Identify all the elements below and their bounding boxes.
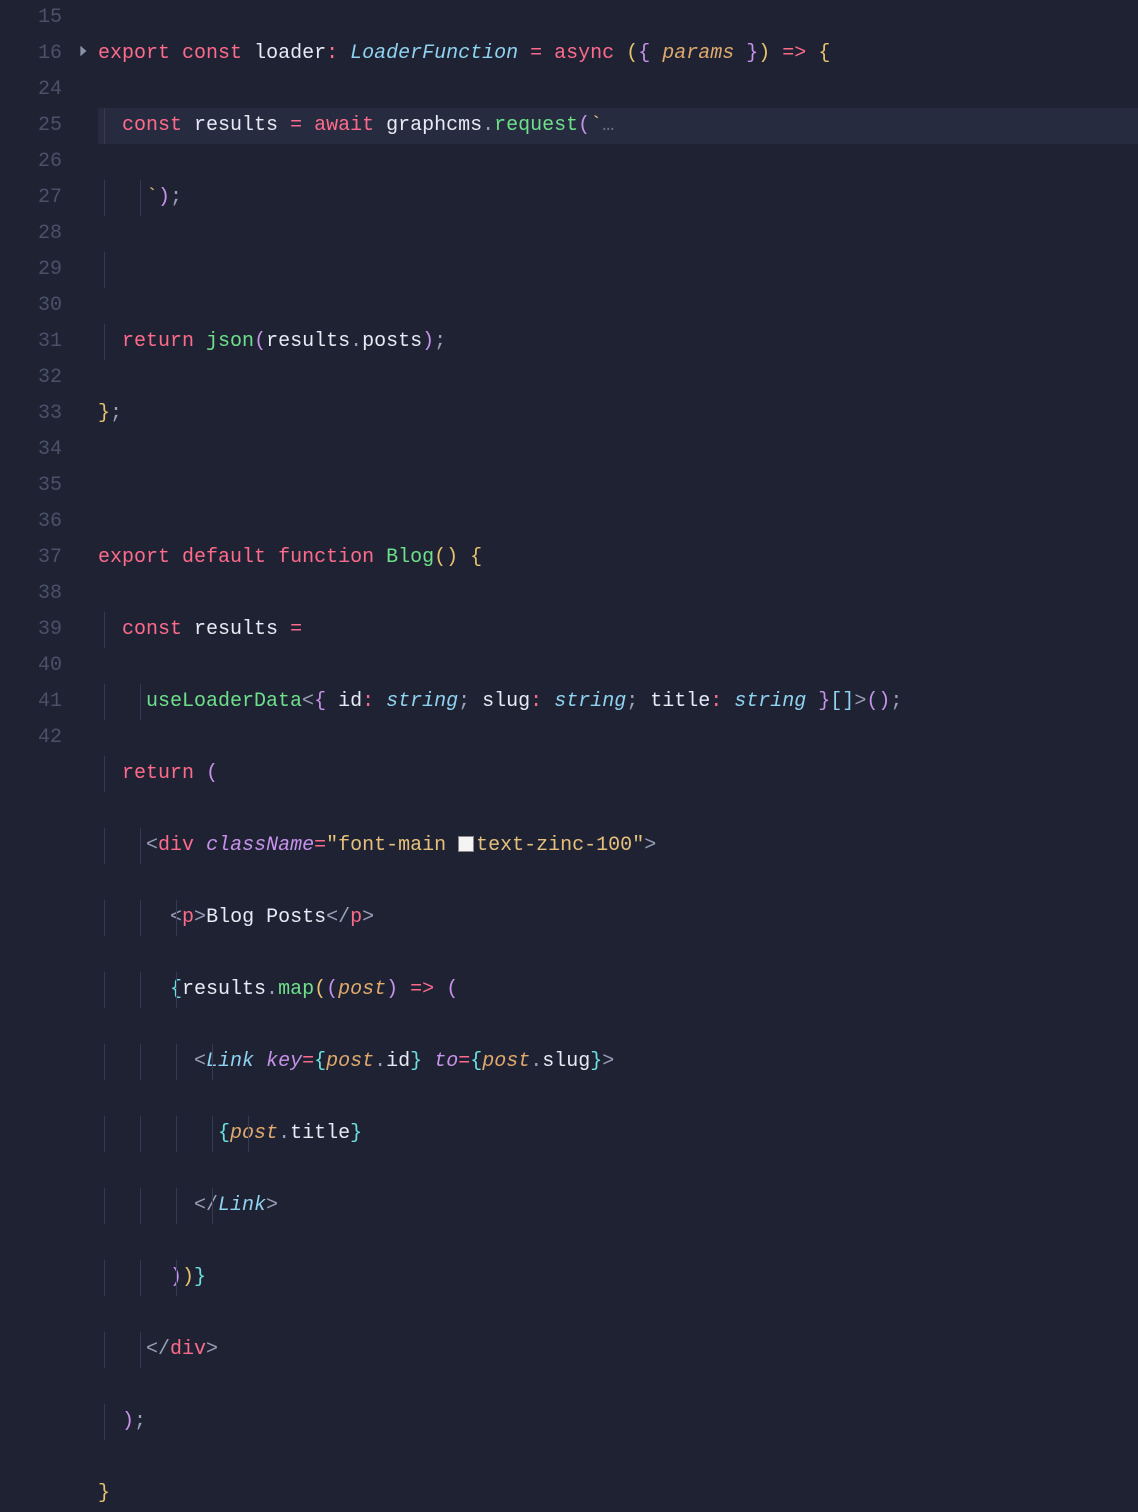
code-line[interactable]: </Link> bbox=[98, 1188, 1138, 1224]
line-number-gutter: 15 16 24 25 26 27 28 29 30 31 32 33 34 3… bbox=[0, 0, 68, 756]
kw-return: return bbox=[122, 762, 194, 785]
line-number: 40 bbox=[0, 648, 62, 684]
code-line[interactable]: <p>Blog Posts</p> bbox=[98, 900, 1138, 936]
jsx-tag: div bbox=[158, 834, 194, 857]
code-line[interactable]: const results = await graphcms.request(`… bbox=[98, 108, 1138, 144]
code-line[interactable]: return ( bbox=[98, 756, 1138, 792]
code-line[interactable]: }; bbox=[98, 396, 1138, 432]
jsx-tag: div bbox=[170, 1338, 206, 1361]
code-line[interactable] bbox=[98, 252, 1138, 288]
jsx-text: Blog Posts bbox=[206, 906, 326, 929]
type-annotation: LoaderFunction bbox=[350, 42, 518, 65]
line-number: 27 bbox=[0, 180, 62, 216]
code-editor[interactable]: 15 16 24 25 26 27 28 29 30 31 32 33 34 3… bbox=[0, 0, 1138, 756]
line-number: 33 bbox=[0, 396, 62, 432]
fn-call: useLoaderData bbox=[146, 690, 302, 713]
kw-export: export bbox=[98, 42, 170, 65]
jsx-tag: p bbox=[182, 906, 194, 929]
code-line[interactable]: } bbox=[98, 1476, 1138, 1512]
kw-await: await bbox=[314, 114, 374, 137]
color-swatch-icon bbox=[458, 836, 474, 852]
line-number: 35 bbox=[0, 468, 62, 504]
line-number: 24 bbox=[0, 72, 62, 108]
identifier: graphcms bbox=[386, 114, 482, 137]
jsx-attr: to bbox=[434, 1050, 458, 1073]
kw-default: default bbox=[182, 546, 266, 569]
code-line[interactable]: {post.title} bbox=[98, 1116, 1138, 1152]
chevron-right-icon[interactable] bbox=[76, 36, 90, 72]
code-line[interactable]: <Link key={post.id} to={post.slug}> bbox=[98, 1044, 1138, 1080]
line-number: 37 bbox=[0, 540, 62, 576]
code-line[interactable]: ))} bbox=[98, 1260, 1138, 1296]
identifier: loader bbox=[254, 42, 326, 65]
code-line[interactable]: ); bbox=[98, 1404, 1138, 1440]
jsx-attr: className bbox=[206, 834, 314, 857]
code-line[interactable]: `); bbox=[98, 180, 1138, 216]
identifier: results bbox=[182, 978, 266, 1001]
line-number: 16 bbox=[0, 36, 62, 72]
jsx-component: Link bbox=[206, 1050, 254, 1073]
line-number: 15 bbox=[0, 0, 62, 36]
line-number: 28 bbox=[0, 216, 62, 252]
code-area[interactable]: export const loader: LoaderFunction = as… bbox=[98, 0, 1138, 756]
line-number: 38 bbox=[0, 576, 62, 612]
property: posts bbox=[362, 330, 422, 353]
param: params bbox=[662, 42, 734, 65]
code-line[interactable]: <div className="font-main text-zinc-100"… bbox=[98, 828, 1138, 864]
code-line[interactable]: export default function Blog() { bbox=[98, 540, 1138, 576]
kw-export: export bbox=[98, 546, 170, 569]
line-number: 29 bbox=[0, 252, 62, 288]
function-name: Blog bbox=[386, 546, 434, 569]
identifier: results bbox=[194, 114, 278, 137]
kw-const: const bbox=[122, 114, 182, 137]
kw-return: return bbox=[122, 330, 194, 353]
line-number: 42 bbox=[0, 720, 62, 756]
identifier: results bbox=[266, 330, 350, 353]
fold-placeholder-icon[interactable]: … bbox=[602, 114, 614, 137]
kw-const: const bbox=[122, 618, 182, 641]
jsx-attr: key bbox=[266, 1050, 302, 1073]
line-number: 31 bbox=[0, 324, 62, 360]
method-call: map bbox=[278, 978, 314, 1001]
kw-async: async bbox=[554, 42, 614, 65]
line-number: 41 bbox=[0, 684, 62, 720]
kw-const: const bbox=[182, 42, 242, 65]
line-number: 39 bbox=[0, 612, 62, 648]
line-number: 34 bbox=[0, 432, 62, 468]
fold-gutter bbox=[68, 0, 98, 756]
code-line[interactable] bbox=[98, 468, 1138, 504]
fn-call: json bbox=[206, 330, 254, 353]
identifier: results bbox=[194, 618, 278, 641]
code-line[interactable]: export const loader: LoaderFunction = as… bbox=[98, 36, 1138, 72]
method-call: request bbox=[494, 114, 578, 137]
param: post bbox=[338, 978, 386, 1001]
code-line[interactable]: {results.map((post) => ( bbox=[98, 972, 1138, 1008]
jsx-component: Link bbox=[218, 1194, 266, 1217]
line-number: 32 bbox=[0, 360, 62, 396]
kw-function: function bbox=[278, 546, 374, 569]
line-number: 26 bbox=[0, 144, 62, 180]
line-number: 36 bbox=[0, 504, 62, 540]
code-line[interactable]: return json(results.posts); bbox=[98, 324, 1138, 360]
code-line[interactable]: </div> bbox=[98, 1332, 1138, 1368]
code-line[interactable]: const results = bbox=[98, 612, 1138, 648]
line-number: 30 bbox=[0, 288, 62, 324]
line-number: 25 bbox=[0, 108, 62, 144]
code-line[interactable]: useLoaderData<{ id: string; slug: string… bbox=[98, 684, 1138, 720]
